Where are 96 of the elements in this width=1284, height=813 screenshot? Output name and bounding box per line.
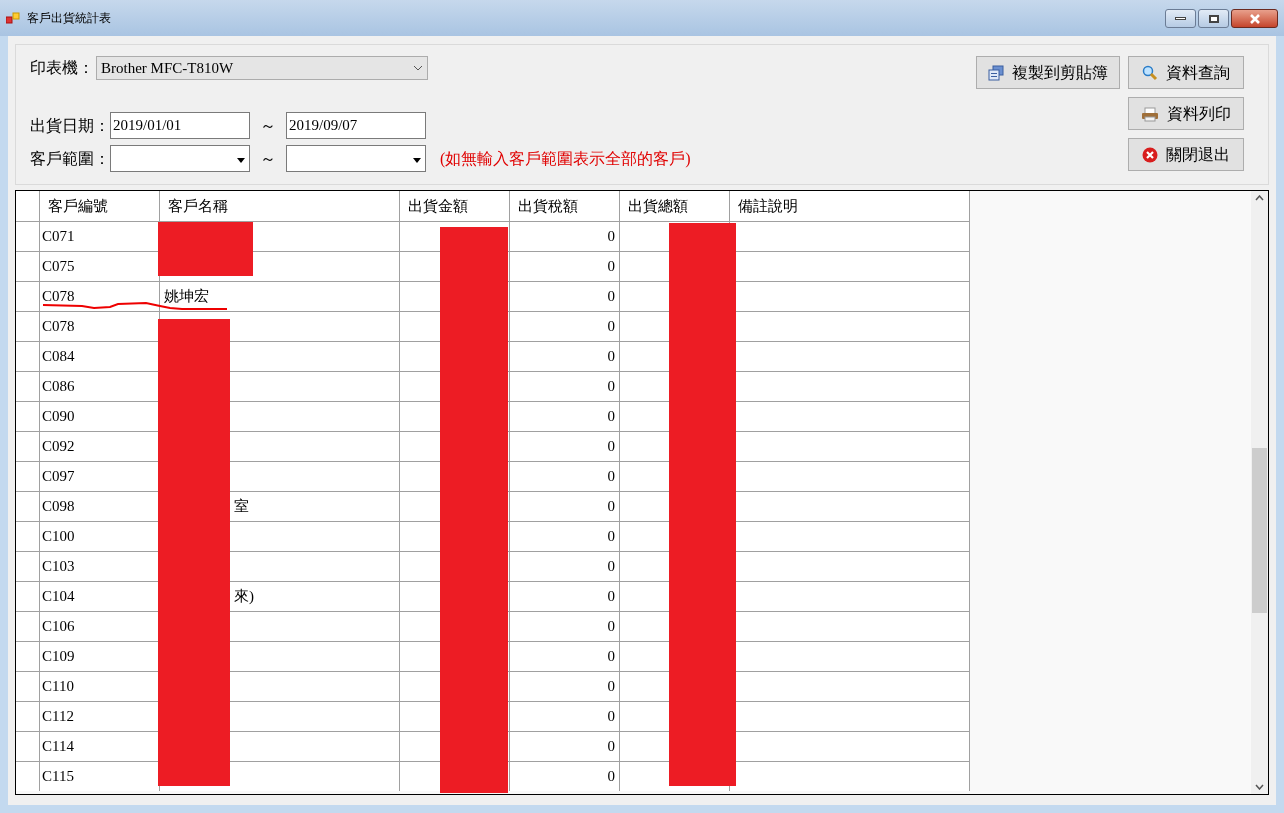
row-header[interactable] [16,522,40,551]
dropdown-arrow-icon [237,158,245,163]
table-cell: 0 [510,312,620,341]
customer-from-dropdown[interactable] [110,145,250,172]
printer-dropdown[interactable]: Brother MFC-T810W [96,56,428,80]
range-separator: ～ [259,148,277,169]
table-cell: C109 [40,642,160,671]
table-cell: 0 [510,462,620,491]
table-cell: C090 [40,402,160,431]
date-from-field[interactable]: 2019/01/01 [110,112,250,139]
table-cell: 0 [510,762,620,791]
table-cell: C110 [40,672,160,701]
row-header[interactable] [16,492,40,521]
window-title: 客戶出貨統計表 [27,10,111,27]
printer-label: 印表機： [30,58,94,78]
row-header[interactable] [16,582,40,611]
table-cell: C078 [40,312,160,341]
column-header[interactable]: 出貨稅額 [510,191,620,221]
table-cell: 0 [510,552,620,581]
table-cell: C086 [40,372,160,401]
ship-date-label: 出貨日期： [30,115,110,136]
table-cell: 0 [510,342,620,371]
scroll-down-icon [1255,784,1264,790]
maximize-button[interactable] [1198,9,1229,28]
row-header[interactable] [16,702,40,731]
copy-icon [988,64,1004,81]
dropdown-arrow-icon [413,158,421,163]
table-cell: 0 [510,432,620,461]
table-cell: C103 [40,552,160,581]
table-cell: C075 [40,252,160,281]
customer-to-dropdown[interactable] [286,145,426,172]
app-icon [6,12,20,24]
row-header[interactable] [16,672,40,701]
column-header[interactable]: 出貨金額 [400,191,510,221]
table-cell: 0 [510,642,620,671]
print-button[interactable]: 資料列印 [1128,97,1244,130]
row-header[interactable] [16,642,40,671]
minimize-button[interactable] [1165,9,1196,28]
table-cell: 0 [510,252,620,281]
table-cell: 0 [510,402,620,431]
row-header[interactable] [16,222,40,251]
table-cell: 0 [510,522,620,551]
row-header[interactable] [16,312,40,341]
date-to-field[interactable]: 2019/09/07 [286,112,426,139]
row-header[interactable] [16,402,40,431]
copy-button[interactable]: 複製到剪貼簿 [976,56,1120,89]
table-cell: C112 [40,702,160,731]
column-header[interactable]: 客戶名稱 [160,191,400,221]
row-header[interactable] [16,252,40,281]
row-header[interactable] [16,432,40,461]
search-button[interactable]: 資料查詢 [1128,56,1244,89]
row-header[interactable] [16,552,40,581]
scroll-up-icon [1255,195,1264,201]
table-cell: 0 [510,612,620,641]
table-cell: C114 [40,732,160,761]
vertical-scrollbar[interactable] [1251,191,1268,794]
row-header[interactable] [16,372,40,401]
table-cell: C097 [40,462,160,491]
row-header[interactable] [16,282,40,311]
search-icon [1142,64,1158,81]
row-header[interactable] [16,342,40,371]
customer-range-hint: (如無輸入客戶範圍表示全部的客戶) [440,148,691,170]
scrollbar-thumb[interactable] [1252,448,1267,613]
table-cell: C115 [40,762,160,791]
row-header[interactable] [16,732,40,761]
table-cell: C092 [40,432,160,461]
table-cell: 0 [510,372,620,401]
range-separator: ～ [259,115,277,136]
table-cell: C106 [40,612,160,641]
table-cell: 0 [510,672,620,701]
table-cell: C078 [40,282,160,311]
table-cell: C084 [40,342,160,371]
column-header[interactable]: 備註說明 [730,191,970,221]
row-header[interactable] [16,612,40,641]
table-cell: 0 [510,702,620,731]
table-cell: 0 [510,582,620,611]
close-button[interactable]: 關閉退出 [1128,138,1244,171]
table-cell: C098 [40,492,160,521]
column-header[interactable]: 客戶編號 [40,191,160,221]
table-cell: 0 [510,732,620,761]
row-header[interactable] [16,762,40,791]
chevron-down-icon [413,65,423,71]
printer-icon [1141,105,1159,122]
close-icon [1142,146,1158,163]
table-cell: 0 [510,492,620,521]
table-cell: C100 [40,522,160,551]
table-cell: 0 [510,222,620,251]
row-header[interactable] [16,462,40,491]
column-header[interactable]: 出貨總額 [620,191,730,221]
table-cell: C104 [40,582,160,611]
table-cell: 0 [510,282,620,311]
table-cell: 姚坤宏 [160,282,400,311]
table-cell: C071 [40,222,160,251]
close-icon [1247,13,1262,24]
customer-range-label: 客戶範圍： [30,148,110,169]
close-window-button[interactable] [1231,9,1278,28]
